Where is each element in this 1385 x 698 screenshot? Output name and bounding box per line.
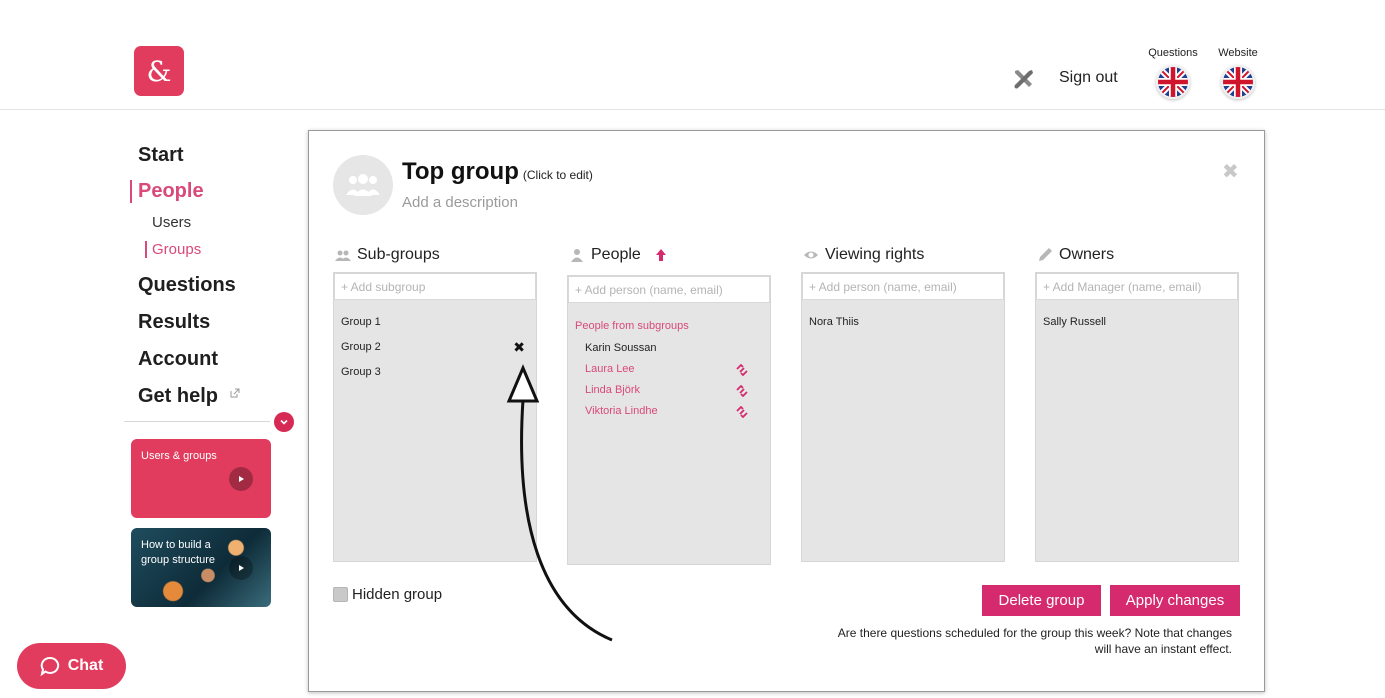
subgroup-label: Group 2 [341,341,381,353]
subgroup-item[interactable]: Group 1 [341,312,529,337]
subgroups-heading: Sub-groups [335,246,440,264]
owners-list: Sally Russell [1036,300,1238,349]
people-heading: People [569,246,667,264]
group-description[interactable]: Add a description [402,194,518,211]
unlink-icon[interactable] [736,406,748,418]
people-heading-text: People [591,246,641,263]
chat-bubble-icon [40,656,59,676]
hidden-group-toggle[interactable]: Hidden group [333,586,442,603]
group-icon [335,250,351,261]
apply-changes-button[interactable]: Apply changes [1110,585,1240,616]
questions-language[interactable]: Questions [1143,47,1203,99]
subgroups-column: Group 1 Group 2 ✖ Group 3 [333,272,537,562]
sign-out-link[interactable]: Sign out [1059,69,1118,87]
add-viewer-input[interactable] [802,273,1004,300]
viewing-rights-list: Nora Thiis [802,300,1004,349]
uk-flag-icon[interactable] [1221,65,1255,99]
people-column: People from subgroups Karin Soussan Laur… [567,275,771,565]
group-title-text: Top group [402,158,519,185]
viewing-rights-heading-text: Viewing rights [825,246,925,263]
owners-heading-text: Owners [1059,246,1115,263]
arrow-up-icon[interactable] [655,248,667,262]
person-name: Linda Björk [585,384,641,396]
sidebar-item-account[interactable]: Account [138,348,218,371]
group-editor-panel: Top group (Click to edit) Add a descripti… [308,130,1265,692]
eye-icon [804,251,818,259]
person-item[interactable]: Karin Soussan [575,338,763,359]
video-title: Users & groups [141,450,217,462]
remove-subgroup-icon[interactable]: ✖ [513,337,525,357]
add-subgroup-input[interactable] [334,273,536,300]
viewing-rights-heading: Viewing rights [803,246,924,264]
top-header: & Sign out Questions Website [0,0,1385,110]
sidebar-item-users[interactable]: Users [152,214,191,231]
add-manager-input[interactable] [1036,273,1238,300]
person-icon [571,249,583,262]
people-from-subgroups-label: People from subgroups [575,320,689,332]
owners-heading: Owners [1037,246,1114,264]
app-logo[interactable]: & [134,46,184,96]
person-name: Laura Lee [585,363,635,375]
sidebar-divider [124,421,270,422]
sidebar-item-questions[interactable]: Questions [138,274,236,297]
chat-button[interactable]: Chat [17,643,126,689]
person-item[interactable]: Viktoria Lindhe [575,401,763,422]
subgroup-item[interactable]: Group 2 ✖ [341,337,529,362]
sidebar-item-people[interactable]: People [130,180,204,203]
uk-flag-icon[interactable] [1156,65,1190,99]
group-title[interactable]: Top group (Click to edit) [402,158,593,186]
subgroups-heading-text: Sub-groups [357,246,440,263]
hidden-group-checkbox[interactable] [333,587,348,602]
get-help-label: Get help [138,385,219,407]
website-language-label: Website [1218,47,1258,59]
person-item[interactable]: Laura Lee [575,359,763,380]
pencil-icon [1039,248,1052,261]
delete-group-button[interactable]: Delete group [982,585,1101,616]
group-avatar[interactable] [333,155,393,215]
video-card-users-groups[interactable]: Users & groups [131,439,271,518]
tools-icon[interactable] [1012,67,1036,91]
sidebar-item-groups[interactable]: Groups [145,241,201,258]
questions-language-label: Questions [1148,47,1198,59]
viewer-item[interactable]: Nora Thiis [809,312,997,337]
group-people-icon [346,174,380,196]
owner-item[interactable]: Sally Russell [1043,312,1231,337]
unlink-icon[interactable] [736,364,748,376]
video-title: How to build a group structure [141,539,215,566]
instant-effect-note: Are there questions scheduled for the gr… [837,626,1232,656]
external-link-icon [230,388,240,398]
hidden-group-label: Hidden group [352,586,443,603]
viewing-rights-column: Nora Thiis [801,272,1005,562]
owners-column: Sally Russell [1035,272,1239,562]
person-item[interactable]: Linda Björk [575,380,763,401]
chevron-down-icon [280,419,288,425]
close-panel-icon[interactable]: ✖ [1222,159,1239,184]
sidebar-item-results[interactable]: Results [138,311,210,334]
chat-label: Chat [67,657,104,674]
play-icon[interactable] [229,556,253,580]
website-language[interactable]: Website [1208,47,1268,99]
subgroups-list: Group 1 Group 2 ✖ Group 3 [334,300,536,399]
collapse-videos-button[interactable] [274,412,294,432]
play-icon[interactable] [229,467,253,491]
person-name: Viktoria Lindhe [585,405,658,417]
unlink-icon[interactable] [736,385,748,397]
sidebar-item-get-help[interactable]: Get help [138,385,240,408]
subgroup-item[interactable]: Group 3 [341,362,529,387]
video-card-group-structure[interactable]: How to build a group structure [131,528,271,607]
add-person-input[interactable] [568,276,770,303]
sidebar-item-start[interactable]: Start [138,144,184,167]
people-list: People from subgroups Karin Soussan Laur… [568,303,770,434]
group-title-hint: (Click to edit) [522,168,593,182]
